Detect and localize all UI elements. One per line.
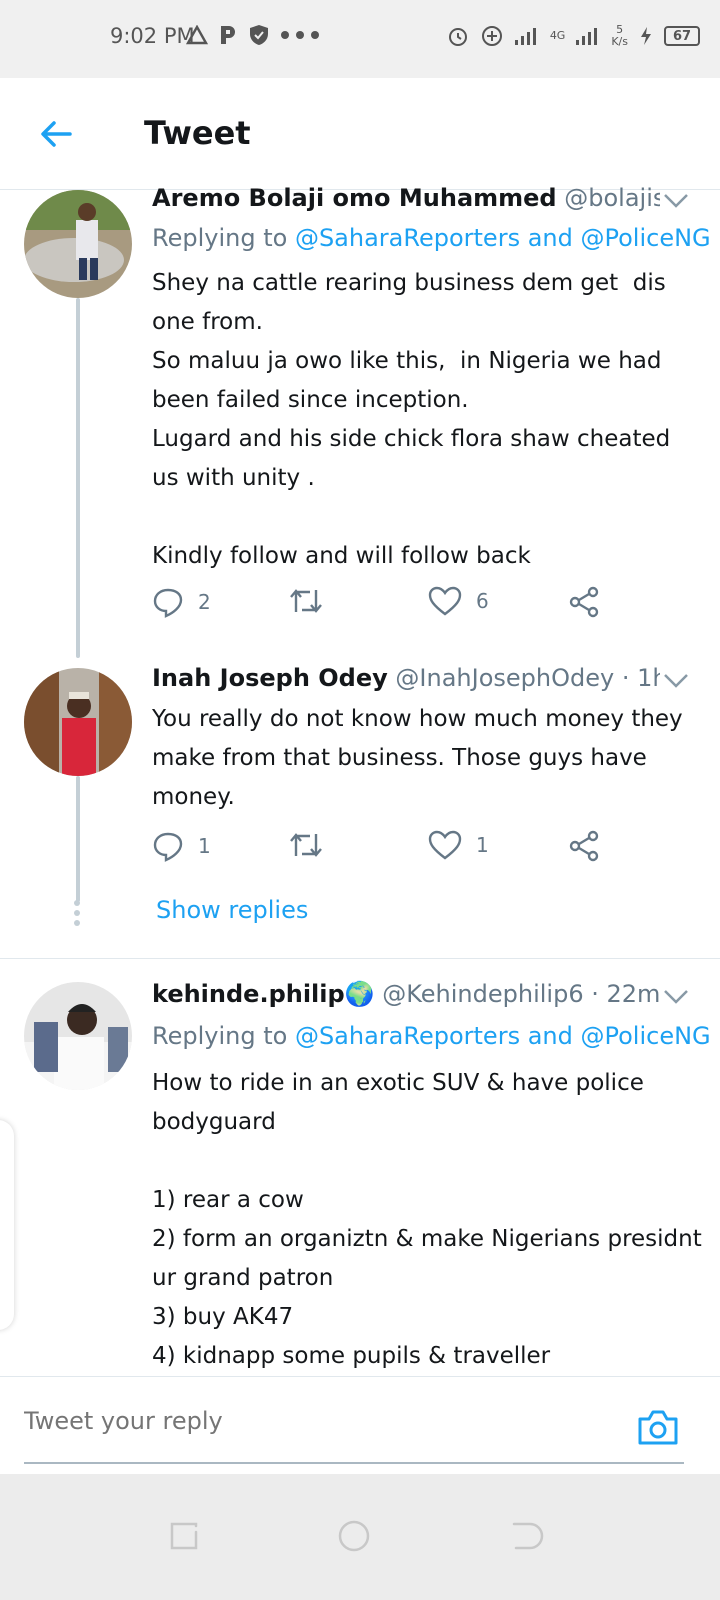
- reply-button[interactable]: 1: [152, 830, 211, 862]
- tweet-text: You really do not know how much money th…: [152, 706, 690, 810]
- composer-underline: [24, 1462, 684, 1464]
- warning-triangle-icon: [186, 25, 208, 45]
- like-button[interactable]: 6: [428, 586, 489, 616]
- battery-level: 67: [664, 26, 700, 46]
- mention-link[interactable]: @SaharaReporters: [295, 224, 520, 252]
- network-type: 4G: [549, 29, 566, 42]
- status-bar: 9:02 PM 4G 5 K/s 67: [0, 0, 720, 78]
- handle-and-time: @Kehindephilip6 · 22m: [382, 980, 660, 1008]
- page-title: Tweet: [144, 114, 251, 152]
- display-name[interactable]: kehinde.philip: [152, 980, 345, 1008]
- avatar[interactable]: [24, 190, 132, 298]
- tweet-inah[interactable]: Inah Joseph Odey @InahJosephOdey · 1h Yo…: [0, 664, 720, 958]
- like-count: 6: [476, 589, 489, 613]
- system-nav-bar: [0, 1474, 720, 1600]
- more-dots-icon: [281, 31, 319, 39]
- p-app-icon: [221, 26, 235, 44]
- tweet-kehinde[interactable]: kehinde.philip🌍 @Kehindephilip6 · 22m Re…: [0, 980, 720, 1376]
- reply-icon: [153, 588, 183, 618]
- heart-icon: [428, 586, 462, 616]
- retweet-button[interactable]: [288, 830, 338, 860]
- recent-apps-icon[interactable]: [166, 1518, 202, 1554]
- avatar[interactable]: [24, 982, 132, 1090]
- reply-count: 2: [198, 590, 211, 614]
- tweet-header: kehinde.philip🌍 @Kehindephilip6 · 22m: [152, 980, 660, 1008]
- retweet-icon: [290, 589, 322, 613]
- home-icon[interactable]: [336, 1518, 372, 1554]
- tweet-actions: 2 6: [152, 586, 622, 626]
- retweet-icon: [290, 833, 322, 857]
- mention-link[interactable]: @PoliceNG: [581, 224, 711, 252]
- chevron-down-icon[interactable]: [662, 192, 690, 210]
- mention-link[interactable]: @SaharaReporters: [295, 1022, 520, 1050]
- share-button[interactable]: [568, 586, 600, 618]
- status-system-icons: 4G 5 K/s 67: [446, 24, 700, 48]
- top-app-bar: Tweet: [0, 78, 720, 190]
- camera-icon[interactable]: [636, 1407, 680, 1447]
- alarm-icon: [448, 28, 467, 46]
- handle-and-time: @InahJosephOdey · 1h: [395, 664, 660, 692]
- network-speed: 5 K/s: [611, 23, 628, 48]
- replying-to: Replying to @SaharaReporters and @Police…: [152, 224, 711, 252]
- show-replies-link[interactable]: Show replies: [156, 896, 308, 924]
- share-icon: [569, 830, 599, 862]
- chevron-down-icon[interactable]: [662, 988, 690, 1006]
- tweet-aremo[interactable]: Aremo Bolaji omo Muhammed @bolajis... · …: [0, 184, 720, 660]
- display-name[interactable]: Inah Joseph Odey: [152, 664, 388, 692]
- signal-icon-2: [576, 28, 598, 45]
- reply-input[interactable]: [24, 1407, 584, 1435]
- avatar[interactable]: [24, 668, 132, 776]
- tweet-actions: 1 1: [152, 830, 622, 870]
- display-name[interactable]: Aremo Bolaji omo Muhammed: [152, 184, 557, 212]
- tweet-header: Aremo Bolaji omo Muhammed @bolajis... · …: [152, 184, 660, 212]
- back-icon[interactable]: [508, 1518, 544, 1554]
- shield-icon: [250, 25, 268, 45]
- thread-line: [76, 776, 80, 902]
- more-replies-dots: [74, 900, 82, 930]
- reply-icon: [153, 832, 183, 862]
- divider: [0, 958, 720, 959]
- share-icon: [569, 586, 599, 618]
- tweet-text: Shey na cattle rearing business dem get …: [152, 270, 671, 569]
- thread-line: [76, 298, 80, 658]
- chevron-down-icon[interactable]: [662, 672, 690, 690]
- reply-button[interactable]: 2: [152, 586, 211, 618]
- signal-icon: [514, 28, 536, 45]
- retweet-button[interactable]: [288, 586, 338, 616]
- floating-side-handle[interactable]: [0, 1120, 14, 1330]
- status-time: 9:02 PM: [110, 24, 195, 48]
- reply-count: 1: [198, 834, 211, 858]
- replying-to: Replying to @SaharaReporters and @Police…: [152, 1022, 711, 1050]
- reply-composer: [0, 1376, 720, 1474]
- share-button[interactable]: [568, 830, 600, 862]
- data-saver-icon: [481, 26, 502, 46]
- charging-icon: [641, 27, 651, 45]
- like-button[interactable]: 1: [428, 830, 489, 860]
- globe-emoji-icon: 🌍: [344, 980, 375, 1008]
- heart-icon: [428, 830, 462, 860]
- tweet-header: Inah Joseph Odey @InahJosephOdey · 1h: [152, 664, 660, 692]
- tweet-text: How to ride in an exotic SUV & have poli…: [152, 1070, 702, 1369]
- handle-and-time: @bolajis... · 2h: [564, 184, 660, 212]
- mention-link[interactable]: @PoliceNG: [581, 1022, 711, 1050]
- status-notification-icons: [186, 24, 320, 46]
- like-count: 1: [476, 833, 489, 857]
- back-arrow-icon[interactable]: [36, 114, 76, 154]
